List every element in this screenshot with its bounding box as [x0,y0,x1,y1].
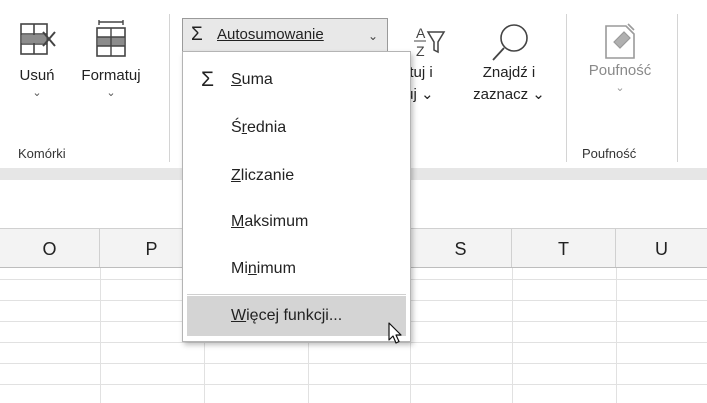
menu-item-count[interactable]: Zliczanie [187,156,406,196]
group-label-cells: Komórki [18,146,66,161]
autosum-dropdown-menu: Σ Suma Średnia Zliczanie Maksimum Minimu… [182,51,411,342]
delete-cells-icon [20,23,56,55]
ribbon-separator [677,14,678,162]
group-label-sensitivity: Poufność [582,146,637,161]
menu-item-label: Suma [231,71,273,88]
sigma-icon: Σ [191,24,203,45]
delete-cells-button[interactable]: Usuń ⌄ [8,20,66,99]
ribbon-separator [566,14,567,162]
menu-item-average[interactable]: Średnia [187,108,406,148]
find-select-button[interactable]: Znajdź i zaznacz ⌄ [464,22,554,106]
menu-item-label: Zliczanie [231,167,295,184]
sensitivity-label: Poufność [588,62,652,79]
row-line [0,363,707,364]
menu-item-label: Średnia [231,119,287,136]
menu-item-min[interactable]: Minimum [187,249,406,289]
menu-item-sum[interactable]: Σ Suma [187,60,406,100]
svg-text:A: A [416,25,426,41]
search-icon [492,24,528,61]
menu-item-more-functions[interactable]: Więcej funkcji... [187,296,406,336]
ribbon-separator [169,14,170,162]
menu-item-max[interactable]: Maksimum [187,202,406,242]
column-header-o[interactable]: O [0,229,100,267]
format-cells-button[interactable]: Formatuj ⌄ [66,20,156,99]
sensitivity-button[interactable]: Poufność ⌄ [572,20,668,94]
chevron-down-icon: ⌄ [367,29,378,43]
row-line [0,342,707,343]
delete-cells-label: Usuń [19,67,55,84]
row-line [0,384,707,385]
column-header-u[interactable]: U [616,229,707,267]
autosum-label: Autosumowanie [217,26,324,43]
sigma-icon: Σ [201,68,214,91]
menu-item-label: Minimum [231,260,296,277]
mouse-cursor-icon [388,322,402,344]
column-header-t[interactable]: T [512,229,616,267]
column-line [512,268,513,403]
column-line [100,268,101,403]
sensitivity-icon [605,23,635,59]
chevron-down-icon: ⌄ [106,87,116,99]
format-cells-label: Formatuj [81,67,141,84]
column-line [616,268,617,403]
autosum-button[interactable]: Σ Autosumowanie ⌄ [182,18,388,52]
chevron-down-icon: ⌄ [32,87,42,99]
menu-item-label: Maksimum [231,213,309,230]
svg-text:Z: Z [416,43,425,59]
find-select-label: Znajdź i zaznacz ⌄ [473,64,545,103]
chevron-down-icon: ⌄ [615,82,625,94]
menu-item-label: Więcej funkcji... [231,307,343,324]
format-cells-icon [96,20,126,57]
menu-separator [187,294,406,295]
column-header-s[interactable]: S [410,229,512,267]
